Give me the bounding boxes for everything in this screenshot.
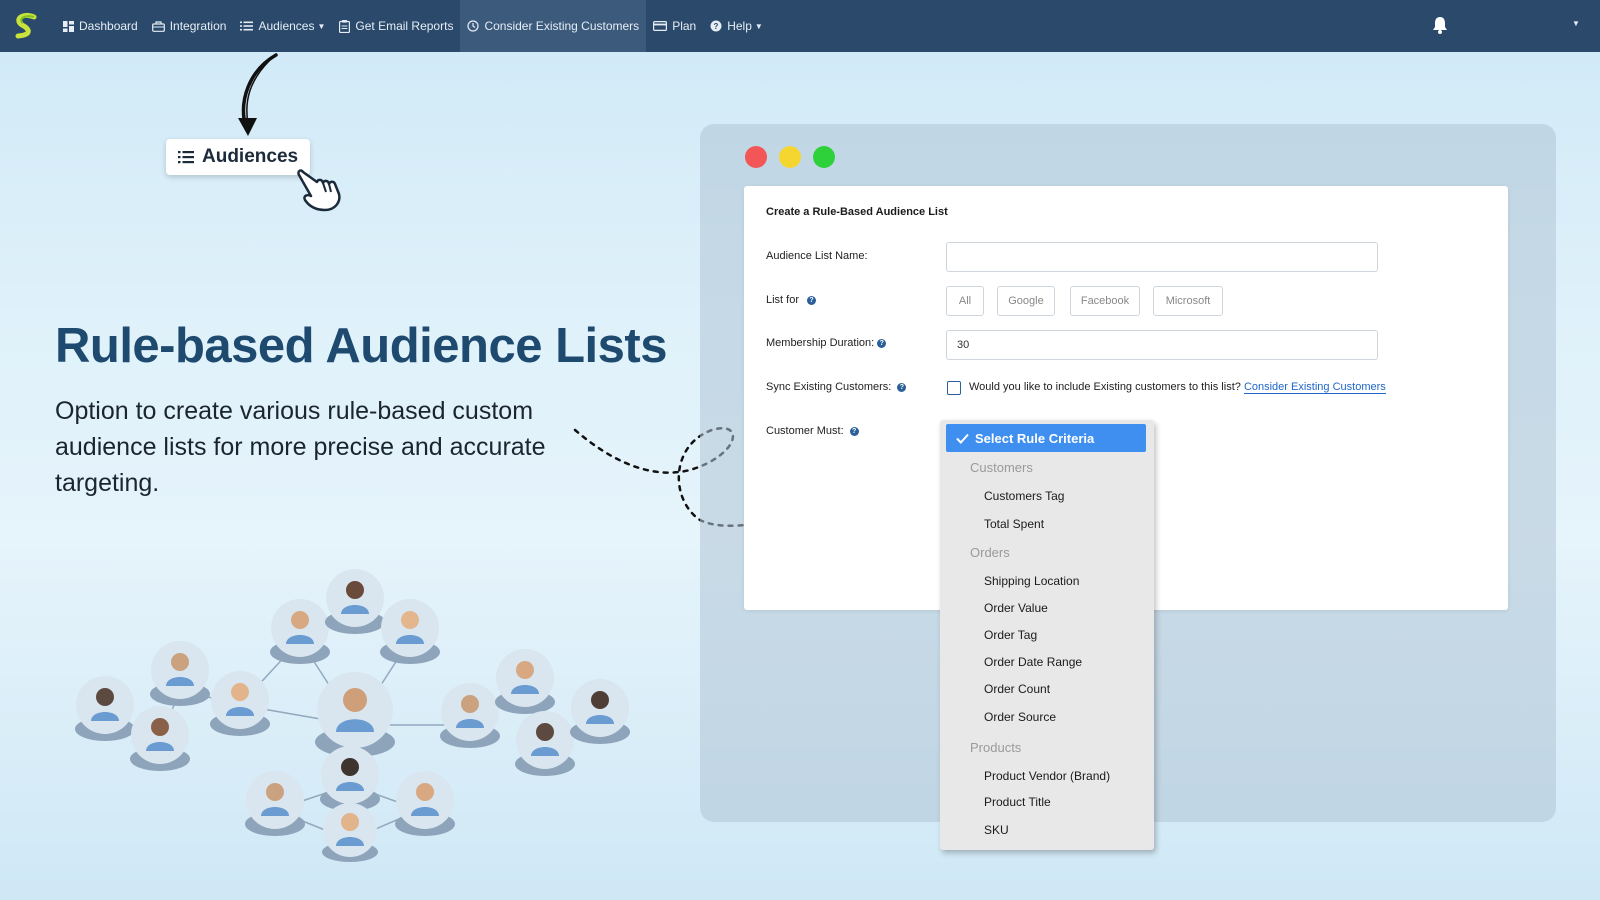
dropdown-option[interactable]: Order Source [984,710,1056,724]
audience-list-name-input[interactable] [946,242,1378,272]
list-for-all-button[interactable]: All [946,286,984,316]
form-title: Create a Rule-Based Audience List [766,206,948,218]
window-minimize-dot [779,146,801,168]
customer-must-label-text: Customer Must: [766,425,844,437]
hero-title: Rule-based Audience Lists [55,319,667,373]
help-icon[interactable]: ? [897,382,907,392]
membership-duration-label-text: Membership Duration: [766,337,875,349]
consider-existing-customers-link[interactable]: Consider Existing Customers [1243,381,1386,394]
dropdown-group-customers: Customers [970,460,1033,475]
list-for-label: List for ? [766,294,817,306]
dropdown-option[interactable]: Order Count [984,682,1050,696]
dropdown-option[interactable]: Order Value [984,601,1048,615]
audience-list-name-label-text: Audience List Name: [766,250,868,262]
list-for-label-text: List for [766,294,800,306]
help-icon[interactable]: ? [877,338,887,348]
window-close-dot [745,146,767,168]
dropdown-option[interactable]: Order Date Range [984,655,1082,669]
audience-list-name-label: Audience List Name: [766,250,868,262]
audiences-callout: Audiences [166,139,310,175]
dropdown-option[interactable]: Customers Tag [984,489,1064,503]
dropdown-option[interactable]: Product Title [984,795,1051,809]
hand-pointer-icon [297,169,341,212]
dropdown-option[interactable]: Product Vendor (Brand) [984,769,1110,783]
dropdown-group-products: Products [970,740,1022,755]
customer-must-label: Customer Must: ? [766,425,859,437]
audiences-callout-label: Audiences [202,146,299,167]
people-avatars [75,569,630,862]
sync-label-text: Sync Existing Customers: [766,381,892,393]
list-for-microsoft-button[interactable]: Microsoft [1153,286,1223,316]
dropdown-group-orders: Orders [970,545,1010,560]
hero-description: Option to create various rule-based cust… [55,397,546,497]
list-for-facebook-button[interactable]: Facebook [1070,286,1140,316]
rule-criteria-dropdown[interactable]: Select Rule Criteria Customers Customers… [940,420,1154,850]
sync-existing-customers-label: Sync Existing Customers: ? [766,381,907,393]
curved-arrow-icon [238,53,278,136]
help-icon[interactable]: ? [849,426,859,436]
help-icon[interactable]: ? [807,295,817,305]
dropdown-selected-label: Select Rule Criteria [975,430,1095,446]
check-icon [956,433,969,444]
dropdown-selected-option[interactable]: Select Rule Criteria [946,424,1146,452]
dropdown-option[interactable]: Order Tag [984,628,1037,642]
dropdown-option[interactable]: SKU [984,823,1009,837]
membership-duration-input[interactable]: 30 [946,330,1378,360]
dropdown-option[interactable]: Total Spent [984,517,1044,531]
membership-duration-label: Membership Duration: ? [766,337,887,349]
list-for-google-button[interactable]: Google [997,286,1055,316]
sync-question-text: Would you like to include Existing custo… [969,381,1241,393]
sync-question: Would you like to include Existing custo… [969,381,1386,394]
dropdown-option[interactable]: Shipping Location [984,574,1079,588]
list-icon [178,150,194,164]
sync-existing-customers-checkbox[interactable] [947,381,961,395]
window-maximize-dot [813,146,835,168]
